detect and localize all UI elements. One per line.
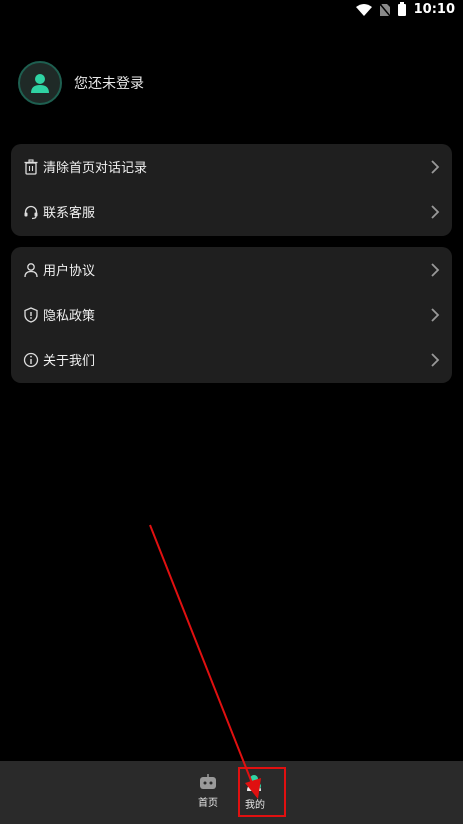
status-bar: 10:10 [0,0,463,22]
robot-icon [200,774,216,789]
privacy-policy-label: 隐私政策 [43,309,96,324]
trash-icon [24,158,38,175]
about-us-label: 关于我们 [43,354,96,369]
nav-home-label: 首页 [198,798,218,809]
contact-support-item[interactable]: 联系客服 [11,189,452,234]
profile-header[interactable]: 您还未登录 [18,61,144,105]
clear-chat-history-item[interactable]: 清除首页对话记录 [11,144,452,189]
user-agreement-item[interactable]: 用户协议 [11,247,452,292]
battery-icon [397,1,406,16]
chevron-right-icon [431,159,440,174]
annotation-arrow [149,524,261,799]
user-agreement-icon [24,262,38,277]
wifi-icon [355,3,372,16]
chevron-right-icon [431,262,440,277]
user-agreement-label: 用户协议 [43,264,96,279]
user-avatar-icon [31,74,49,93]
shield-icon [24,306,38,323]
about-us-item[interactable]: 关于我们 [11,337,452,382]
settings-card-1: 清除首页对话记录 联系客服 [11,144,452,236]
clock: 10:10 [413,2,455,17]
contact-support-label: 联系客服 [43,206,96,221]
no-sim-icon [379,3,390,16]
avatar[interactable] [18,61,62,105]
login-status-text[interactable]: 您还未登录 [74,73,144,93]
bottom-nav: 首页 我的 [0,761,463,824]
chevron-right-icon [431,352,440,367]
status-icons: 10:10 [355,1,455,17]
chevron-right-icon [431,204,440,219]
highlight-box [238,767,286,817]
nav-home-tab[interactable]: 首页 [195,774,221,809]
headset-icon [24,205,38,219]
settings-card-2: 用户协议 隐私政策 关于我们 [11,247,452,383]
chevron-right-icon [431,307,440,322]
clear-chat-history-label: 清除首页对话记录 [43,161,148,176]
info-icon [23,352,39,367]
privacy-policy-item[interactable]: 隐私政策 [11,292,452,337]
